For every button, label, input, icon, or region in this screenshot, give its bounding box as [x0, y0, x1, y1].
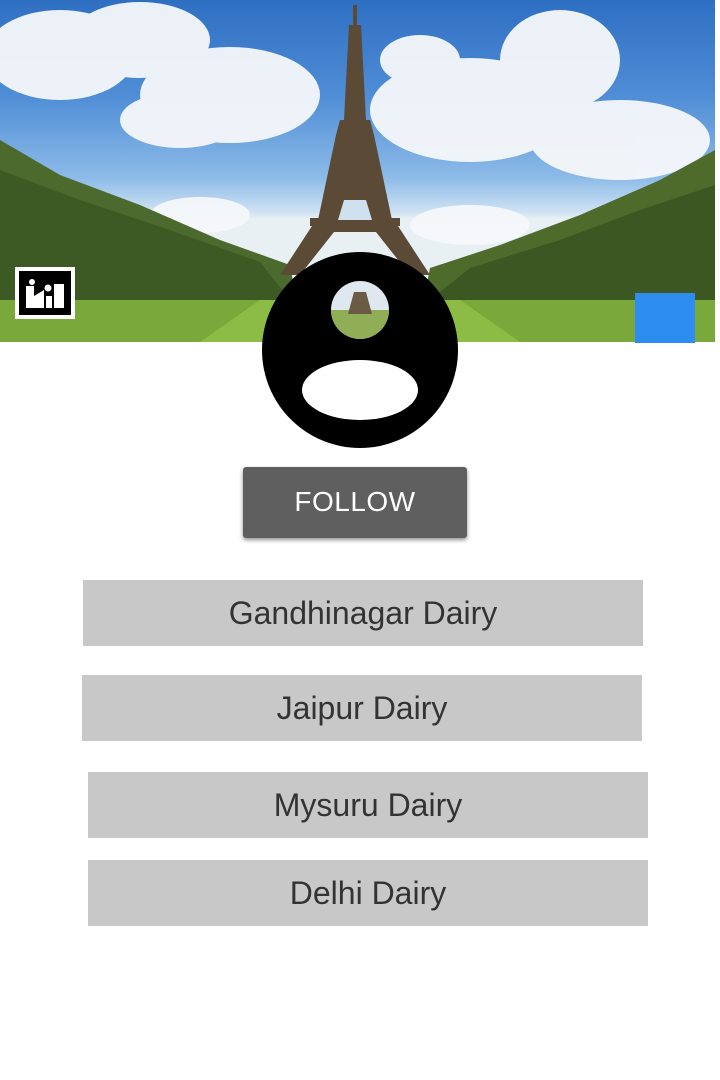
- dairy-item-gandhinagar[interactable]: Gandhinagar Dairy: [83, 580, 643, 646]
- follow-button[interactable]: FOLLOW: [243, 467, 467, 538]
- account-circle-icon: [262, 252, 458, 448]
- dairy-item-mysuru[interactable]: Mysuru Dairy: [88, 772, 648, 838]
- change-cover-button[interactable]: [15, 267, 75, 319]
- profile-avatar[interactable]: [262, 252, 458, 448]
- dairy-item-jaipur[interactable]: Jaipur Dairy: [82, 675, 642, 741]
- image-edit-icon: [22, 274, 68, 312]
- dairy-item-delhi[interactable]: Delhi Dairy: [88, 860, 648, 926]
- action-button[interactable]: [635, 293, 695, 343]
